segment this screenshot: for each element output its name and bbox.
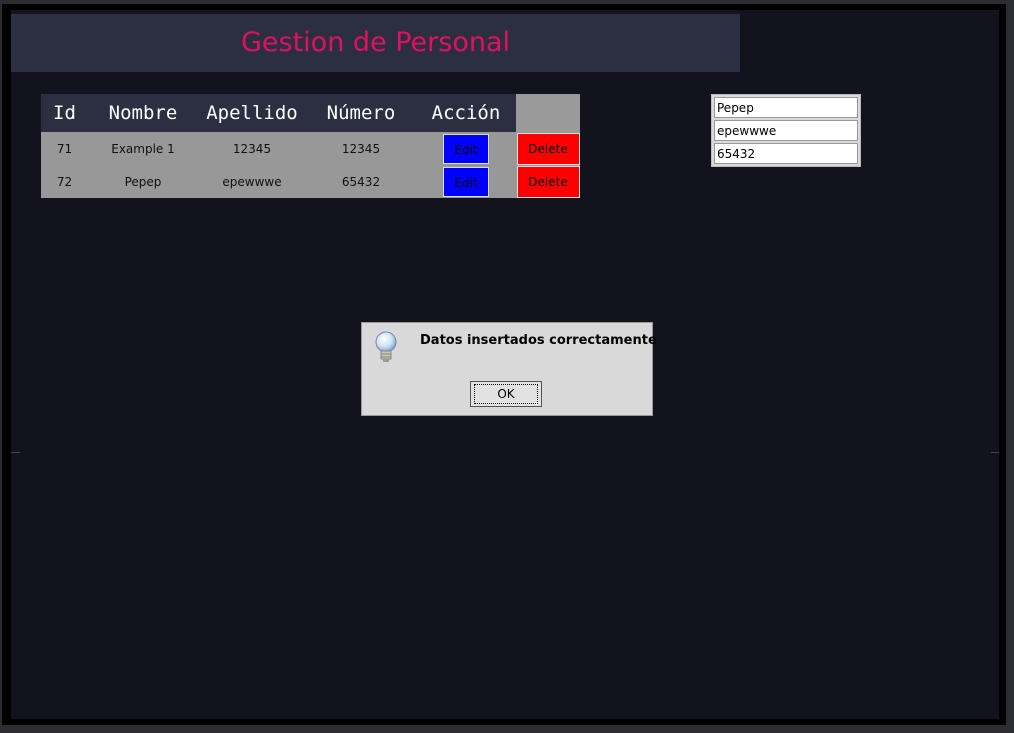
column-header-blank [516,94,580,132]
cell-id: 71 [41,132,88,165]
background-divider [991,452,999,453]
cell-edit: Edit [416,132,516,165]
cell-apellido: epewwwe [198,165,306,198]
cell-delete: Delete [516,165,580,198]
cell-nombre: Pepep [88,165,198,198]
personal-table: Id Nombre Apellido Número Acción 71 Exam… [41,94,580,198]
column-header-id: Id [41,94,88,132]
delete-button[interactable]: Delete [516,165,580,198]
cell-numero: 65432 [306,165,416,198]
table-header-row: Id Nombre Apellido Número Acción [41,94,580,132]
edit-button[interactable]: Edit [443,133,489,164]
dialog-message: Datos insertados correctamente [420,333,657,348]
column-header-accion: Acción [416,94,516,132]
entry-form [711,94,861,167]
message-dialog: Datos insertados correctamente OK [361,322,657,416]
column-header-nombre: Nombre [88,94,198,132]
background-divider [11,452,20,453]
cell-edit: Edit [416,165,516,198]
column-header-apellido: Apellido [198,94,306,132]
edit-button[interactable]: Edit [443,166,489,197]
cell-delete: Delete [516,132,580,165]
numero-field[interactable] [714,143,858,164]
table-row[interactable]: 72 Pepep epewwwe 65432 Edit Delete [41,165,580,198]
app-canvas: Gestion de Personal Id Nombre Apellido N… [11,10,999,719]
nombre-field[interactable] [714,97,858,118]
cell-apellido: 12345 [198,132,306,165]
lightbulb-icon [375,331,397,362]
page-header: Gestion de Personal [11,14,740,72]
cell-nombre: Example 1 [88,132,198,165]
page-title: Gestion de Personal [240,26,510,58]
apellido-field[interactable] [714,120,858,141]
delete-button[interactable]: Delete [516,132,580,165]
ok-button[interactable]: OK [470,381,542,407]
column-header-numero: Número [306,94,416,132]
app-window: Gestion de Personal Id Nombre Apellido N… [2,4,1006,725]
cell-id: 72 [41,165,88,198]
cell-numero: 12345 [306,132,416,165]
ok-button-label: OK [474,384,538,404]
table-row[interactable]: 71 Example 1 12345 12345 Edit Delete [41,132,580,165]
